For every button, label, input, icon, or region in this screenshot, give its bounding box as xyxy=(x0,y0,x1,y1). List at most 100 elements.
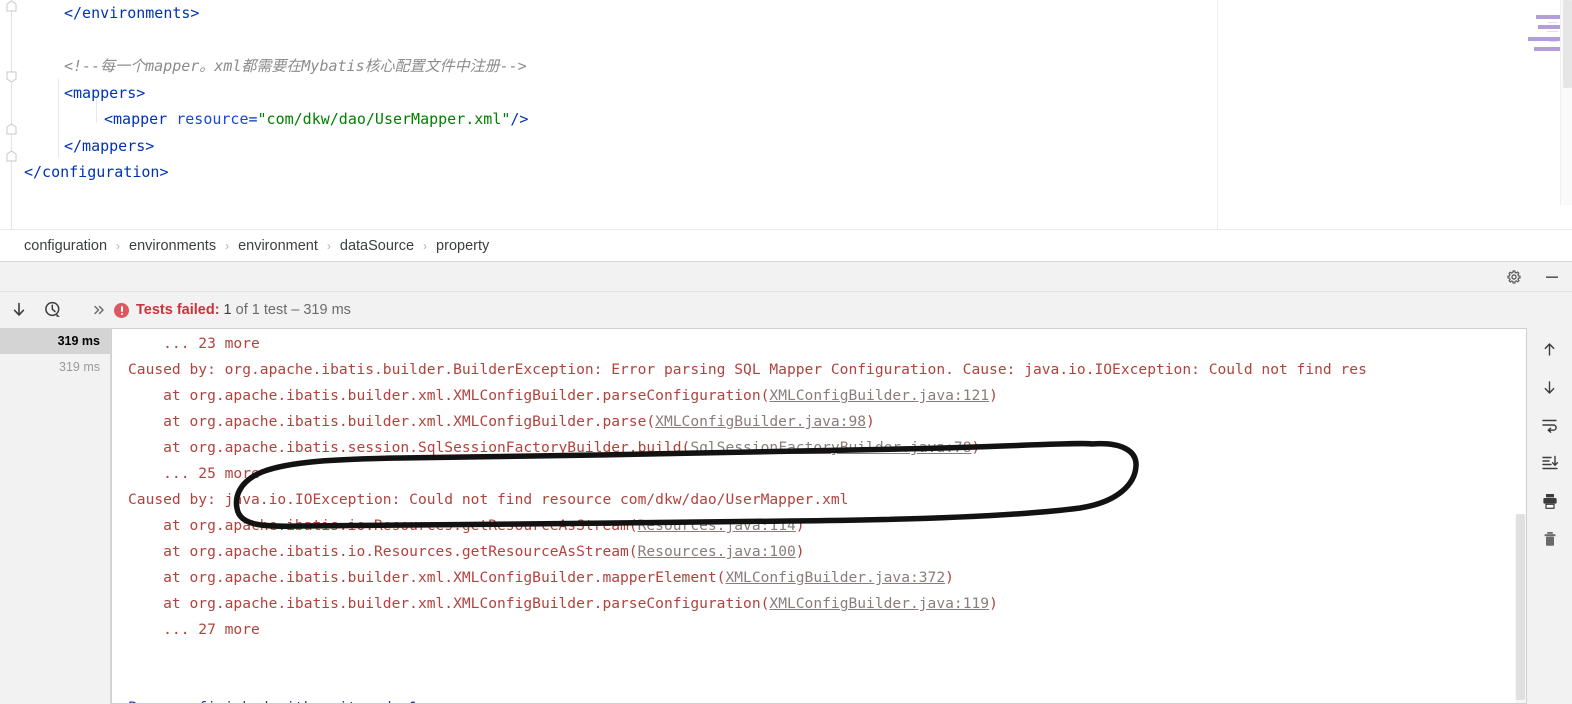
console-text: Caused by: java.io.IOException: Could no… xyxy=(128,491,849,508)
gear-icon[interactable] xyxy=(1504,267,1524,287)
code-line[interactable]: </mappers> xyxy=(24,133,1527,160)
console-line: ... 27 more xyxy=(112,617,1526,643)
fold-marker-collapse-icon[interactable] xyxy=(5,0,18,13)
stacktrace-link[interactable]: XMLConfigBuilder.java:98 xyxy=(655,413,866,430)
breadcrumb-separator-icon: › xyxy=(116,238,121,253)
breadcrumb-item-datasource[interactable]: dataSource xyxy=(340,238,414,254)
stacktrace-link[interactable]: XMLConfigBuilder.java:119 xyxy=(769,595,989,612)
code-token-punct: < xyxy=(104,110,114,128)
code-token-tag: </environments> xyxy=(64,4,200,22)
code-token-tag: <mappers> xyxy=(64,83,146,102)
breadcrumb[interactable]: configuration › environments › environme… xyxy=(0,229,1572,261)
arrow-down-icon[interactable] xyxy=(4,295,34,325)
clock-history-icon[interactable] xyxy=(38,295,68,325)
chevron-double-right-icon[interactable] xyxy=(88,299,110,321)
breadcrumb-separator-icon: › xyxy=(423,238,428,253)
console-text: at org.apache.ibatis.io.Resources.getRes… xyxy=(128,543,638,560)
fold-marker-collapse-icon[interactable] xyxy=(5,150,18,163)
console-line: ... 23 more xyxy=(112,331,1526,357)
error-stripe-mark[interactable] xyxy=(1528,37,1560,41)
console-text: ) xyxy=(945,569,954,586)
code-line[interactable]: <mapper resource="com/dkw/dao/UserMapper… xyxy=(24,106,1527,133)
console-line: Caused by: org.apache.ibatis.builder.Bui… xyxy=(112,357,1526,383)
console-text: at org.apache.ibatis.io.Resources.getRes… xyxy=(128,517,638,534)
stacktrace-link[interactable]: XMLConfigBuilder.java:372 xyxy=(725,569,945,586)
scroll-to-end-icon[interactable] xyxy=(1537,450,1563,476)
test-status-rest: of 1 test – 319 ms xyxy=(231,302,351,318)
console-line: at org.apache.ibatis.builder.xml.XMLConf… xyxy=(112,383,1526,409)
error-stripe-mark[interactable] xyxy=(1534,47,1560,51)
console-text: at org.apache.ibatis.session.SqlSessionF… xyxy=(128,439,691,456)
soft-wrap-icon[interactable] xyxy=(1537,412,1563,438)
code-token-attr: resource xyxy=(176,110,249,128)
code-line[interactable]: <mappers> xyxy=(24,80,1527,107)
breadcrumb-item-configuration[interactable]: configuration xyxy=(24,238,107,254)
editor-scrollbar[interactable] xyxy=(1560,0,1572,205)
run-tool-window: Tests failed: 1 of 1 test – 319 ms 319 m… xyxy=(0,261,1572,704)
console-text: at org.apache.ibatis.builder.xml.XMLConf… xyxy=(128,595,770,612)
stacktrace-link[interactable]: Resources.java:114 xyxy=(638,517,796,534)
console-text: ... 23 more xyxy=(128,335,260,352)
test-status: Tests failed: 1 of 1 test – 319 ms xyxy=(114,302,351,318)
error-stripe-mark[interactable] xyxy=(1538,25,1560,29)
run-panel-header xyxy=(0,261,1572,292)
console-scrollbar-thumb[interactable] xyxy=(1516,514,1525,700)
console-text: ) xyxy=(971,439,981,456)
stacktrace-link[interactable]: XMLConfigBuilder.java:121 xyxy=(769,387,989,404)
error-icon xyxy=(114,302,129,318)
run-toolbar: Tests failed: 1 of 1 test – 319 ms xyxy=(0,292,1572,328)
arrow-up-icon[interactable] xyxy=(1537,336,1563,362)
console-text: ... 25 more xyxy=(128,465,260,482)
code-token-punct: = xyxy=(248,110,258,128)
breadcrumb-item-property[interactable]: property xyxy=(436,238,489,254)
console-text: Caused by: org.apache.ibatis.builder.Bui… xyxy=(128,361,1367,378)
stacktrace-link[interactable]: Resources.java:100 xyxy=(638,543,796,560)
console-line: at org.apache.ibatis.builder.xml.XMLConf… xyxy=(112,409,1526,435)
code-token-punct: /> xyxy=(510,110,529,128)
console-scrollbar[interactable] xyxy=(1515,514,1526,703)
console-line: at org.apache.ibatis.builder.xml.XMLConf… xyxy=(112,565,1526,591)
editor-scrollbar-thumb[interactable] xyxy=(1563,0,1572,88)
editor-gutter[interactable] xyxy=(0,0,24,229)
console-text: ... 27 more xyxy=(128,621,260,638)
ide-window: </environments> <!--每一个mapper。xml都需要在Myb… xyxy=(0,0,1572,704)
breadcrumb-item-environment[interactable]: environment xyxy=(238,238,318,254)
code-line[interactable] xyxy=(24,27,1527,54)
fold-marker-expand-icon[interactable] xyxy=(5,70,18,83)
code-token-str: "com/dkw/dao/UserMapper.xml" xyxy=(257,110,511,128)
console-text: at org.apache.ibatis.builder.xml.XMLConf… xyxy=(128,387,770,404)
console-text: ) xyxy=(989,387,998,404)
arrow-down-icon[interactable] xyxy=(1537,374,1563,400)
code-line[interactable]: </environments> xyxy=(24,0,1527,27)
breadcrumb-separator-icon: › xyxy=(326,238,331,253)
console-text: ) xyxy=(795,543,805,560)
console-line: at org.apache.ibatis.io.Resources.getRes… xyxy=(112,539,1526,565)
trash-icon[interactable] xyxy=(1537,526,1563,552)
minimap-mark xyxy=(1547,31,1558,32)
stacktrace-link[interactable]: SqlSessionFactoryBuilder.java:78 xyxy=(690,439,971,456)
code-line[interactable]: </configuration> xyxy=(24,159,1527,186)
fold-marker-collapse-icon[interactable] xyxy=(5,123,18,136)
minimap-mark xyxy=(1548,22,1558,23)
minimize-icon[interactable] xyxy=(1542,267,1562,287)
console-line: at org.apache.ibatis.io.Resources.getRes… xyxy=(112,513,1526,539)
test-tree-timings[interactable]: 319 ms 319 ms xyxy=(0,328,110,704)
console-text: at org.apache.ibatis.builder.xml.XMLConf… xyxy=(128,413,656,430)
test-timing-row[interactable]: 319 ms xyxy=(0,328,110,354)
code-token-comment: <!--每一个mapper。xml都需要在Mybatis核心配置文件中注册--> xyxy=(64,57,527,75)
console-line: Process finished with exit code 1 xyxy=(112,695,1526,703)
code-line[interactable]: <!--每一个mapper。xml都需要在Mybatis核心配置文件中注册--> xyxy=(24,53,1527,80)
test-status-label: Tests failed: 1 of 1 test – 319 ms xyxy=(136,302,351,318)
breadcrumb-item-environments[interactable]: environments xyxy=(129,238,216,254)
code-editor[interactable]: </environments> <!--每一个mapper。xml都需要在Myb… xyxy=(0,0,1572,229)
console-side-toolbar xyxy=(1527,328,1572,704)
code-text[interactable]: </environments> <!--每一个mapper。xml都需要在Myb… xyxy=(24,0,1527,229)
test-timing-row[interactable]: 319 ms xyxy=(0,354,110,380)
print-icon[interactable] xyxy=(1537,488,1563,514)
console-output[interactable]: ... 23 more Caused by: org.apache.ibatis.… xyxy=(111,328,1527,704)
fold-guide-line xyxy=(11,0,12,229)
test-status-failed-label: Tests failed: xyxy=(136,302,220,318)
error-stripe-mark[interactable] xyxy=(1536,15,1560,19)
